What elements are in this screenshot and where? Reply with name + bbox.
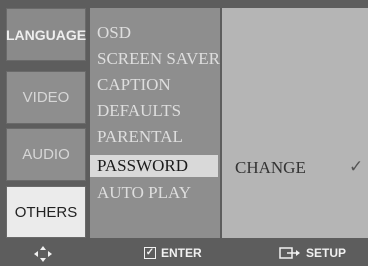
value-panel: CHANGE ✓ [222,8,368,238]
setup-label: SETUP [306,246,347,260]
menu-item-parental[interactable]: PARENTAL [90,126,218,148]
menu-item-defaults[interactable]: DEFAULTS [90,100,218,122]
menu-item-caption[interactable]: CAPTION [90,74,218,96]
menu-item-screen-saver[interactable]: SCREEN SAVER [90,48,220,70]
menu-item-auto-play[interactable]: AUTO PLAY [90,182,218,204]
menu-item-osd[interactable]: OSD [90,22,218,44]
tab-video[interactable]: VIDEO [6,71,86,124]
checkmark-icon: ✓ [349,157,364,176]
tab-audio[interactable]: AUDIO [6,128,86,181]
enter-checkbox-icon: ✓ [144,247,156,259]
arrows-icon [34,246,52,262]
settings-menu: OSD SCREEN SAVER CAPTION DEFAULTS PARENT… [90,8,220,238]
menu-item-password[interactable]: PASSWORD [90,155,218,177]
exit-arrow-icon [279,247,300,259]
enter-hint: ✓ ENTER [144,246,202,260]
tab-language[interactable]: LANGUAGE [6,8,86,61]
enter-label: ENTER [161,246,202,260]
osd-frame: LANGUAGE VIDEO AUDIO OTHERS OSD SCREEN S… [0,0,368,266]
tab-others[interactable]: OTHERS [6,186,86,238]
setup-hint: SETUP [279,246,346,260]
password-change-option[interactable]: CHANGE [235,158,306,178]
